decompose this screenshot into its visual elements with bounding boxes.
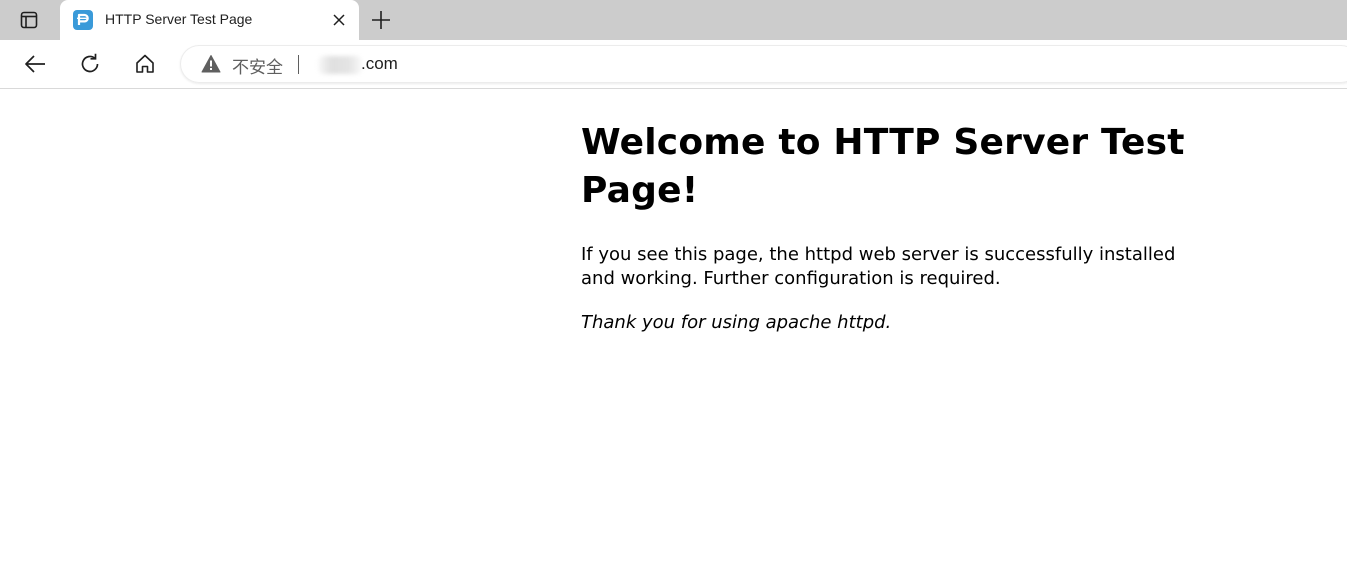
close-icon[interactable]	[331, 12, 347, 28]
active-tab[interactable]: HTTP Server Test Page	[60, 0, 359, 41]
tab-title: HTTP Server Test Page	[105, 11, 253, 27]
page-content: Welcome to HTTP Server Test Page! If you…	[581, 89, 1221, 335]
back-arrow-icon[interactable]	[22, 51, 48, 77]
url-text[interactable]: .com	[361, 54, 398, 74]
home-icon[interactable]	[132, 51, 158, 77]
tab-actions-icon[interactable]	[14, 9, 44, 31]
redacted-url-part	[318, 56, 362, 74]
address-bar[interactable]: 不安全 .com	[180, 45, 1347, 83]
omnibox-divider	[298, 55, 299, 74]
reload-icon[interactable]	[77, 51, 103, 77]
intro-paragraph: If you see this page, the httpd web serv…	[581, 244, 1176, 289]
warning-triangle-icon[interactable]	[201, 54, 221, 74]
plus-icon[interactable]	[369, 8, 393, 32]
p-favicon-icon	[73, 10, 93, 30]
security-status-label[interactable]: 不安全	[232, 53, 283, 78]
browser-toolbar: 不安全 .com	[0, 40, 1347, 89]
tab-strip: HTTP Server Test Page	[0, 0, 1347, 41]
thanks-text: Thank you for using apache httpd.	[581, 312, 892, 333]
page-heading: Welcome to HTTP Server Test Page!	[581, 122, 1185, 211]
